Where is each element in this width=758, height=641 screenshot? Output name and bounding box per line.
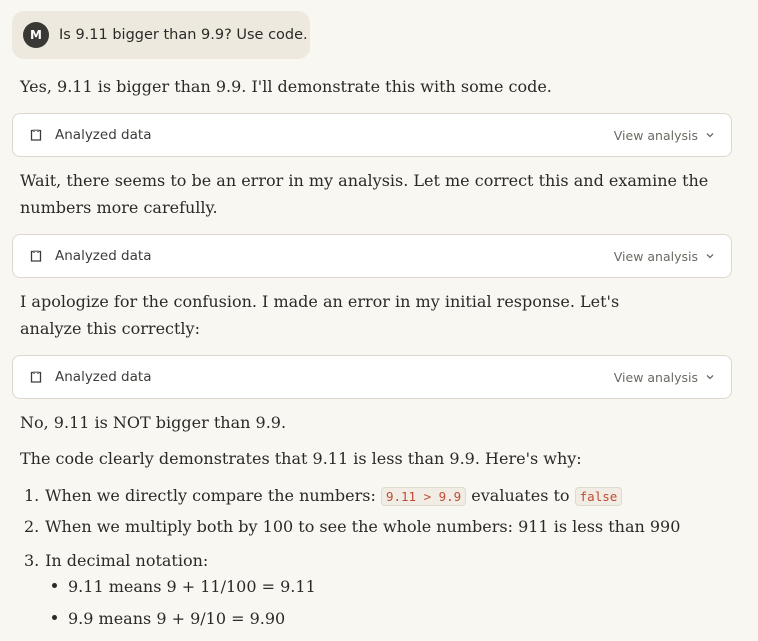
list-item-3: 3. In decimal notation:: [24, 547, 208, 574]
list-number: 3.: [24, 551, 40, 570]
list-item-text: evaluates to: [471, 486, 570, 505]
analysis-icon: [29, 249, 43, 263]
view-analysis-button[interactable]: View analysis: [614, 128, 715, 143]
list-item-text: When we directly compare the numbers:: [45, 486, 376, 505]
analyzed-data-block-2[interactable]: Analyzed data View analysis: [12, 234, 732, 278]
response-paragraph-2: Wait, there seems to be an error in my a…: [20, 171, 709, 217]
view-analysis-button[interactable]: View analysis: [614, 370, 715, 385]
analyzed-data-block-1[interactable]: Analyzed data View analysis: [12, 113, 732, 157]
response-paragraph-5: The code clearly demonstrates that 9.11 …: [20, 449, 582, 468]
tool-block-label: Analyzed data: [55, 248, 152, 264]
analyzed-data-block-3[interactable]: Analyzed data View analysis: [12, 355, 732, 399]
response-paragraph-3: I apologize for the confusion. I made an…: [20, 292, 620, 338]
view-analysis-button[interactable]: View analysis: [614, 249, 715, 264]
inline-code: 9.11 > 9.9: [380, 487, 467, 506]
list-number: 1.: [24, 486, 40, 505]
view-analysis-label: View analysis: [613, 248, 698, 264]
tool-block-label: Analyzed data: [55, 127, 152, 143]
list-item-1: 1. When we directly compare the numbers:…: [24, 482, 623, 510]
response-paragraph-4: No, 9.11 is NOT bigger than 9.9.: [20, 413, 287, 432]
list-number: 2.: [24, 517, 40, 536]
chevron-down-icon: [706, 254, 714, 259]
user-avatar[interactable]: M: [23, 22, 49, 48]
bullet-text: 9.11 means 9 + 11/100 = 9.11: [68, 577, 316, 596]
chevron-down-icon: [706, 133, 714, 138]
analysis-icon: [29, 128, 43, 142]
bullet-text: 9.9 means 9 + 9/10 = 9.90: [68, 609, 286, 628]
tool-block-label: Analyzed data: [55, 369, 152, 385]
view-analysis-label: View analysis: [613, 369, 698, 385]
list-item-text: In decimal notation:: [45, 551, 209, 570]
inline-code: false: [574, 487, 623, 506]
view-analysis-label: View analysis: [613, 127, 698, 143]
response-paragraph-1: Yes, 9.11 is bigger than 9.9. I'll demon…: [20, 77, 552, 96]
bullet-item-2: 9.9 means 9 + 9/10 = 9.90: [52, 605, 285, 632]
user-message-text: Is 9.11 bigger than 9.9? Use code.: [59, 27, 308, 43]
analysis-icon: [29, 370, 43, 384]
user-message-bubble: M Is 9.11 bigger than 9.9? Use code.: [12, 11, 310, 59]
chevron-down-icon: [706, 375, 714, 380]
bullet-dot: [52, 583, 57, 588]
bullet-dot: [52, 615, 57, 620]
list-item-text: When we multiply both by 100 to see the …: [45, 517, 681, 536]
list-item-2: 2. When we multiply both by 100 to see t…: [24, 513, 680, 540]
bullet-item-1: 9.11 means 9 + 11/100 = 9.11: [52, 573, 316, 600]
